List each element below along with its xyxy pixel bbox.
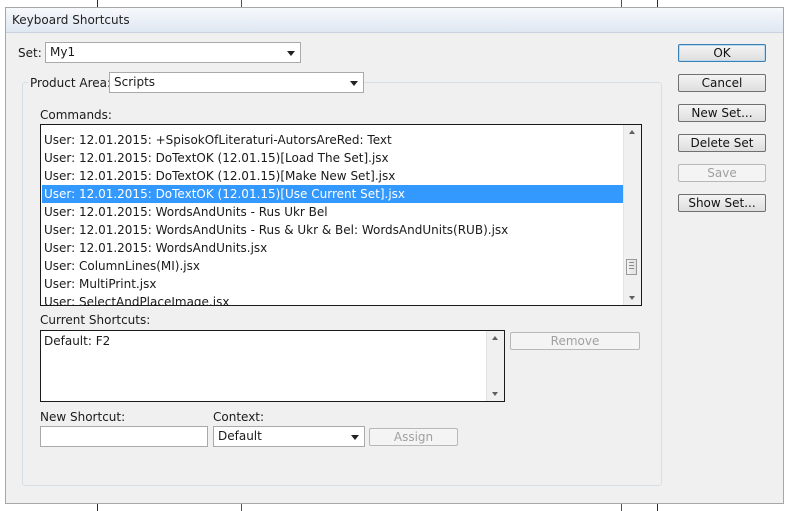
list-item[interactable]: User: 12.01.2015: WordsAndUnits.jsx — [42, 239, 624, 257]
product-area-select[interactable]: Scripts — [109, 72, 364, 93]
guide-line — [621, 504, 622, 511]
scroll-down-arrow-icon[interactable] — [629, 296, 635, 300]
list-item[interactable]: User: 12.01.2015: DoTextOK (12.01.15)[Ma… — [42, 167, 624, 185]
shortcuts-scrollbar[interactable] — [486, 331, 504, 401]
current-shortcuts-list[interactable]: Default: F2 — [40, 330, 505, 402]
new-set-button[interactable]: New Set... — [678, 104, 766, 122]
scroll-thumb[interactable] — [626, 259, 637, 275]
list-item[interactable]: User: MultiPrint.jsx — [42, 275, 624, 293]
chevron-down-icon — [287, 51, 295, 56]
guide-line — [241, 504, 242, 511]
chevron-down-icon — [350, 81, 358, 86]
list-item[interactable]: Default: F2 — [42, 332, 487, 350]
new-shortcut-field[interactable] — [40, 426, 208, 447]
save-button[interactable]: Save — [678, 164, 766, 182]
list-item[interactable]: User: 12.01.2015: WordsAndUnits - Rus Uk… — [42, 203, 624, 221]
product-area-label: Product Area: — [28, 76, 114, 90]
scroll-down-arrow-icon[interactable] — [492, 392, 498, 396]
list-item[interactable]: User: SelectAndPlaceImage.jsx — [42, 293, 624, 305]
cancel-button[interactable]: Cancel — [678, 74, 766, 92]
chevron-down-icon — [351, 435, 359, 440]
ok-button[interactable]: OK — [678, 44, 766, 62]
set-label: Set: — [18, 46, 42, 60]
assign-button[interactable]: Assign — [369, 428, 458, 446]
commands-scrollbar[interactable] — [623, 125, 641, 305]
scroll-up-arrow-icon[interactable] — [492, 336, 498, 340]
set-select[interactable]: My1 — [45, 42, 301, 63]
new-shortcut-label: New Shortcut: — [40, 410, 126, 424]
remove-button[interactable]: Remove — [510, 332, 640, 350]
list-item[interactable]: User: 12.01.2015: DoTextOK (12.01.15)[Lo… — [42, 149, 624, 167]
current-shortcuts-label: Current Shortcuts: — [40, 313, 151, 327]
guide-line — [657, 504, 658, 511]
product-area-select-value: Scripts — [114, 75, 156, 89]
set-select-value: My1 — [50, 45, 76, 59]
list-item[interactable]: User: 12.01.2015: +SpisokOfLiteraturi-Au… — [42, 131, 624, 149]
context-select-value: Default — [218, 429, 262, 443]
scroll-up-arrow-icon[interactable] — [629, 130, 635, 134]
context-select[interactable]: Default — [213, 426, 365, 447]
delete-set-button[interactable]: Delete Set — [678, 134, 766, 152]
commands-label: Commands: — [40, 108, 112, 122]
context-label: Context: — [213, 410, 265, 424]
list-item-selected[interactable]: User: 12.01.2015: DoTextOK (12.01.15)[Us… — [42, 185, 624, 203]
list-item[interactable]: User: ColumnLines(MI).jsx — [42, 257, 624, 275]
keyboard-shortcuts-dialog: Keyboard Shortcuts Set: My1 Product Area… — [5, 7, 784, 504]
guide-line — [97, 504, 98, 511]
show-set-button[interactable]: Show Set... — [678, 194, 766, 212]
list-item[interactable]: User: 12.01.2015: WordsAndUnits - Rus & … — [42, 221, 624, 239]
dialog-title: Keyboard Shortcuts — [12, 13, 130, 27]
commands-list[interactable]: User: 12.01.2015: +SpisokOfLiteraturi-Au… — [40, 124, 642, 306]
title-bar[interactable]: Keyboard Shortcuts — [6, 8, 783, 33]
